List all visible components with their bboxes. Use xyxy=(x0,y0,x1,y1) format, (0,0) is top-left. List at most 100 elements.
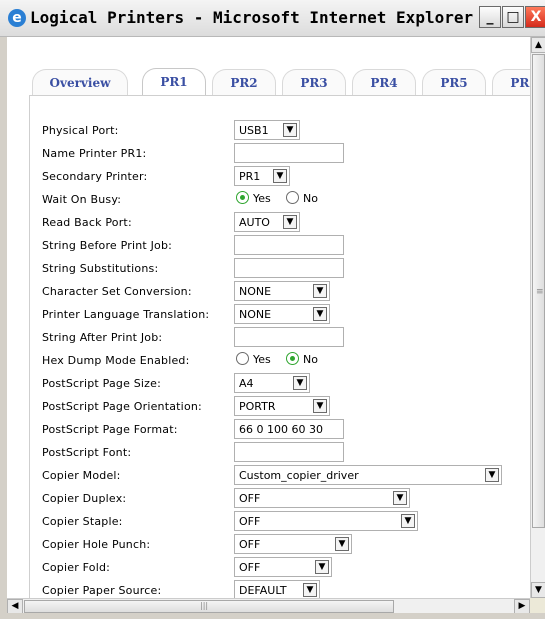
ps-page-size-select[interactable]: A4 ▼ xyxy=(234,373,310,393)
copier-model-label: Copier Model: xyxy=(42,469,121,482)
chevron-down-icon: ▼ xyxy=(273,169,287,183)
string-before-label: String Before Print Job: xyxy=(42,239,173,252)
copier-duplex-value: OFF xyxy=(239,492,261,505)
copier-model-value: Custom_copier_driver xyxy=(239,469,359,482)
wait-on-busy-yes-radio[interactable] xyxy=(236,191,249,204)
copier-model-row: Copier Model: Custom_copier_driver ▼ xyxy=(30,465,530,487)
copier-staple-label: Copier Staple: xyxy=(42,515,123,528)
lang-trans-label: Printer Language Translation: xyxy=(42,308,210,321)
ps-format-input[interactable]: 66 0 100 60 30 xyxy=(234,419,344,439)
ps-font-row: PostScript Font: xyxy=(30,442,530,464)
charset-conv-value: NONE xyxy=(239,285,272,298)
title-bar[interactable]: e Logical Printers - Microsoft Internet … xyxy=(0,0,545,37)
read-back-port-label: Read Back Port: xyxy=(42,216,132,229)
grip-icon: ≡ xyxy=(536,287,544,297)
vertical-scroll-thumb[interactable]: ≡ xyxy=(532,54,545,528)
copier-fold-select[interactable]: OFF ▼ xyxy=(234,557,332,577)
tab-strip: Overview PR1 PR2 PR3 PR4 PR5 PR6 xyxy=(7,37,530,97)
chevron-down-icon: ▼ xyxy=(303,583,317,597)
minimize-button[interactable]: _ xyxy=(479,6,501,28)
read-back-port-select[interactable]: AUTO ▼ xyxy=(234,212,300,232)
hex-dump-no-radio[interactable] xyxy=(286,352,299,365)
scroll-up-arrow-icon[interactable]: ▲ xyxy=(531,37,545,53)
horizontal-scroll-thumb[interactable]: ||| xyxy=(24,600,394,613)
copier-paper-select[interactable]: DEFAULT ▼ xyxy=(234,580,320,598)
copier-paper-label: Copier Paper Source: xyxy=(42,584,162,597)
physical-port-label: Physical Port: xyxy=(42,124,119,137)
string-after-label: String After Print Job: xyxy=(42,331,163,344)
ps-orientation-select[interactable]: PORTR ▼ xyxy=(234,396,330,416)
chevron-down-icon: ▼ xyxy=(335,537,349,551)
hex-dump-row: Hex Dump Mode Enabled: Yes No xyxy=(30,350,530,372)
name-printer-label: Name Printer PR1: xyxy=(42,147,147,160)
tab-pr6[interactable]: PR6 xyxy=(492,69,530,95)
copier-staple-row: Copier Staple: OFF ▼ xyxy=(30,511,530,533)
vertical-scrollbar[interactable]: ▲ ≡ ▼ xyxy=(530,37,545,598)
secondary-printer-select[interactable]: PR1 ▼ xyxy=(234,166,290,186)
tab-overview[interactable]: Overview xyxy=(32,69,128,95)
copier-hole-select[interactable]: OFF ▼ xyxy=(234,534,352,554)
tab-pr4[interactable]: PR4 xyxy=(352,69,416,95)
physical-port-select[interactable]: USB1 ▼ xyxy=(234,120,300,140)
copier-hole-value: OFF xyxy=(239,538,261,551)
chevron-down-icon: ▼ xyxy=(283,123,297,137)
copier-hole-label: Copier Hole Punch: xyxy=(42,538,151,551)
secondary-printer-label: Secondary Printer: xyxy=(42,170,148,183)
tab-pr5[interactable]: PR5 xyxy=(422,69,486,95)
lang-trans-select[interactable]: NONE ▼ xyxy=(234,304,330,324)
ps-page-size-label: PostScript Page Size: xyxy=(42,377,162,390)
ps-page-size-row: PostScript Page Size: A4 ▼ xyxy=(30,373,530,395)
ps-format-row: PostScript Page Format: 66 0 100 60 30 xyxy=(30,419,530,441)
tab-pr3[interactable]: PR3 xyxy=(282,69,346,95)
tab-pr1[interactable]: PR1 xyxy=(142,68,206,96)
page-content: Overview PR1 PR2 PR3 PR4 PR5 PR6 Physica… xyxy=(7,37,530,598)
string-subs-label: String Substitutions: xyxy=(42,262,159,275)
charset-conv-select[interactable]: NONE ▼ xyxy=(234,281,330,301)
string-before-input[interactable] xyxy=(234,235,344,255)
maximize-button[interactable]: □ xyxy=(502,6,524,28)
ps-orientation-label: PostScript Page Orientation: xyxy=(42,400,202,413)
hex-dump-label: Hex Dump Mode Enabled: xyxy=(42,354,190,367)
chevron-down-icon: ▼ xyxy=(393,491,407,505)
horizontal-scrollbar[interactable]: ◀ ||| ▶ xyxy=(7,598,530,614)
copier-duplex-select[interactable]: OFF ▼ xyxy=(234,488,410,508)
hex-dump-yes-label: Yes xyxy=(253,353,271,366)
wait-on-busy-no-radio[interactable] xyxy=(286,191,299,204)
copier-fold-row: Copier Fold: OFF ▼ xyxy=(30,557,530,579)
settings-panel: Physical Port: USB1 ▼ Name Printer PR1: … xyxy=(29,95,530,598)
tab-pr2[interactable]: PR2 xyxy=(212,69,276,95)
ps-font-input[interactable] xyxy=(234,442,344,462)
wait-on-busy-label: Wait On Busy: xyxy=(42,193,122,206)
wait-on-busy-row: Wait On Busy: Yes No xyxy=(30,189,530,211)
physical-port-value: USB1 xyxy=(239,124,269,137)
charset-conv-row: Character Set Conversion: NONE ▼ xyxy=(30,281,530,303)
window-title: Logical Printers - Microsoft Internet Ex… xyxy=(30,8,474,27)
close-button[interactable]: X xyxy=(525,6,545,28)
scrollbar-corner xyxy=(530,598,545,613)
copier-duplex-label: Copier Duplex: xyxy=(42,492,127,505)
string-after-input[interactable] xyxy=(234,327,344,347)
scroll-right-arrow-icon[interactable]: ▶ xyxy=(514,599,530,614)
read-back-port-value: AUTO xyxy=(239,216,270,229)
copier-model-select[interactable]: Custom_copier_driver ▼ xyxy=(234,465,502,485)
physical-port-row: Physical Port: USB1 ▼ xyxy=(30,120,530,142)
string-subs-input[interactable] xyxy=(234,258,344,278)
string-subs-row: String Substitutions: xyxy=(30,258,530,280)
scroll-down-arrow-icon[interactable]: ▼ xyxy=(531,582,545,598)
secondary-printer-value: PR1 xyxy=(239,170,261,183)
window-frame-bottom xyxy=(0,613,545,619)
copier-staple-select[interactable]: OFF ▼ xyxy=(234,511,418,531)
copier-fold-value: OFF xyxy=(239,561,261,574)
lang-trans-value: NONE xyxy=(239,308,272,321)
ps-orientation-value: PORTR xyxy=(239,400,276,413)
name-printer-input[interactable] xyxy=(234,143,344,163)
window-frame-left xyxy=(0,37,7,613)
ps-orientation-row: PostScript Page Orientation: PORTR ▼ xyxy=(30,396,530,418)
scroll-left-arrow-icon[interactable]: ◀ xyxy=(7,599,23,614)
chevron-down-icon: ▼ xyxy=(283,215,297,229)
chevron-down-icon: ▼ xyxy=(313,284,327,298)
string-after-row: String After Print Job: xyxy=(30,327,530,349)
hex-dump-yes-radio[interactable] xyxy=(236,352,249,365)
wait-on-busy-no-label: No xyxy=(303,192,318,205)
grip-icon: ||| xyxy=(200,601,209,610)
